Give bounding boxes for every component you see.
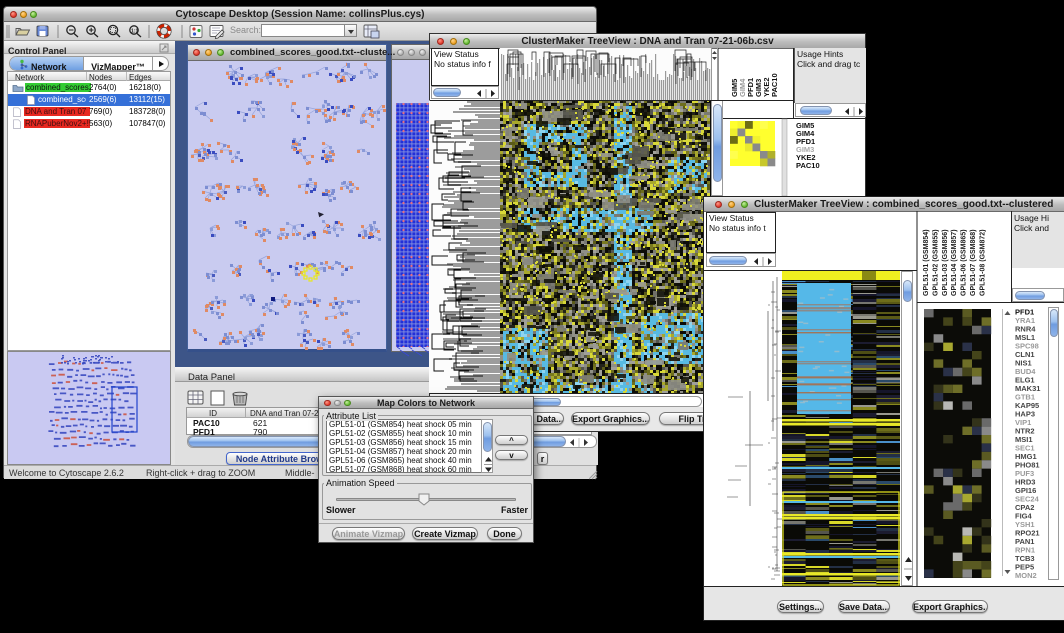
svg-text:GPL51-03 (GSM856): GPL51-03 (GSM856) bbox=[942, 229, 949, 296]
svg-text:GPL51-02 (GSM855): GPL51-02 (GSM855) bbox=[932, 229, 939, 296]
svg-text:GPL51-06 (GSM865): GPL51-06 (GSM865) bbox=[961, 229, 968, 296]
svg-text:GPL51-07 (GSM868): GPL51-07 (GSM868) bbox=[970, 229, 977, 296]
svg-text:GPL51-08 (GSM872): GPL51-08 (GSM872) bbox=[979, 229, 986, 296]
svg-text:GPL51-01 (GSM854): GPL51-01 (GSM854) bbox=[923, 229, 930, 296]
svg-text:MON2: MON2 bbox=[1015, 571, 1037, 580]
svg-text:GPL51-04 (GSM857): GPL51-04 (GSM857) bbox=[951, 229, 958, 296]
